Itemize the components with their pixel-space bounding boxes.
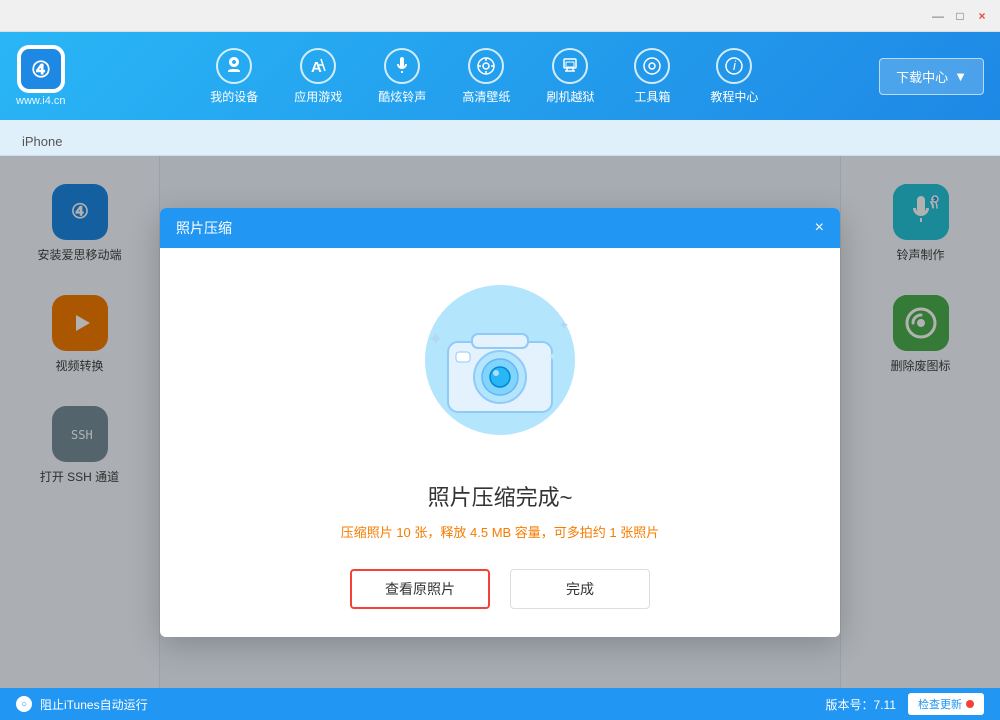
nav-icon-toolbox [634, 48, 670, 84]
nav-icon-app-games: A [300, 48, 336, 84]
itunes-label: 阻止iTunes自动运行 [40, 696, 148, 713]
nav-icon-wallpaper [468, 48, 504, 84]
dialog-result-title: 照片压缩完成~ [428, 480, 573, 512]
logo-area: ④ www.i4.cn [16, 45, 66, 107]
minimize-button[interactable]: — [928, 6, 948, 26]
version-label: 版本号：7.11 [826, 696, 896, 713]
title-bar: — □ × [0, 0, 1000, 32]
main-content: ④ 安装爱思移动端 视频转换 SSH 打开 SSH 通道 + 铃声制作 [0, 156, 1000, 688]
dialog-body: ✦ ✦ ✦ 照片压缩完成~ 压缩照片 10 张，释放 4.5 MB 容量，可多拍… [160, 248, 840, 637]
nav-label-app-games: 应用游戏 [294, 88, 342, 105]
dialog-header: 照片压缩 × [160, 208, 840, 248]
dialog-title: 照片压缩 [176, 218, 232, 238]
close-button[interactable]: × [972, 6, 992, 26]
nav-item-ringtones[interactable]: 酷炫铃声 [364, 42, 440, 111]
view-photos-button[interactable]: 查看原照片 [350, 569, 490, 609]
nav-items: 我的设备 A 应用游戏 酷炫铃声 高清壁纸 刷机越 [90, 42, 880, 111]
svg-text:✦: ✦ [548, 352, 556, 363]
maximize-button[interactable]: □ [950, 6, 970, 26]
svg-text:A: A [311, 59, 322, 76]
nav-item-jailbreak[interactable]: 刷机越狱 [532, 42, 608, 111]
tab-bar: iPhone [0, 120, 1000, 156]
nav-label-ringtones: 酷炫铃声 [378, 88, 426, 105]
itunes-icon: ○ [16, 696, 32, 712]
nav-label-toolbox: 工具箱 [634, 88, 670, 105]
iphone-tab[interactable]: iPhone [12, 128, 72, 155]
modal-overlay: 照片压缩 × [0, 156, 1000, 688]
svg-text:i: i [733, 58, 737, 73]
logo-icon: ④ [17, 45, 65, 93]
nav-item-wallpaper[interactable]: 高清壁纸 [448, 42, 524, 111]
nav-label-tutorial: 教程中心 [710, 88, 758, 105]
status-bar: ○ 阻止iTunes自动运行 版本号：7.11 检查更新 [0, 688, 1000, 720]
nav-icon-ringtones [384, 48, 420, 84]
nav-item-toolbox[interactable]: 工具箱 [616, 42, 688, 111]
nav-icon-my-device [216, 48, 252, 84]
logo-url: www.i4.cn [16, 95, 66, 107]
dialog: 照片压缩 × [160, 208, 840, 637]
svg-text:✦: ✦ [428, 329, 443, 349]
status-left: ○ 阻止iTunes自动运行 [16, 696, 148, 713]
dialog-result-subtitle: 压缩照片 10 张，释放 4.5 MB 容量，可多拍约 1 张照片 [341, 522, 660, 541]
done-button[interactable]: 完成 [510, 569, 650, 609]
nav-item-app-games[interactable]: A 应用游戏 [280, 42, 356, 111]
nav-label-jailbreak: 刷机越狱 [546, 88, 594, 105]
svg-text:④: ④ [31, 57, 51, 82]
nav-icon-jailbreak [552, 48, 588, 84]
nav-item-my-device[interactable]: 我的设备 [196, 42, 272, 111]
check-update-button[interactable]: 检查更新 [908, 693, 984, 715]
camera-illustration: ✦ ✦ ✦ [400, 280, 600, 460]
dialog-close-button[interactable]: × [815, 220, 824, 236]
update-notification-dot [966, 700, 974, 708]
top-nav: ④ www.i4.cn 我的设备 A 应用游戏 酷炫铃声 [0, 32, 1000, 120]
svg-text:✦: ✦ [558, 317, 570, 333]
nav-label-my-device: 我的设备 [210, 88, 258, 105]
dialog-buttons: 查看原照片 完成 [350, 569, 650, 609]
nav-label-wallpaper: 高清壁纸 [462, 88, 510, 105]
nav-item-tutorial[interactable]: i 教程中心 [696, 42, 772, 111]
download-button[interactable]: 下载中心 ▼ [879, 58, 984, 95]
status-right: 版本号：7.11 检查更新 [826, 693, 984, 715]
nav-icon-tutorial: i [716, 48, 752, 84]
